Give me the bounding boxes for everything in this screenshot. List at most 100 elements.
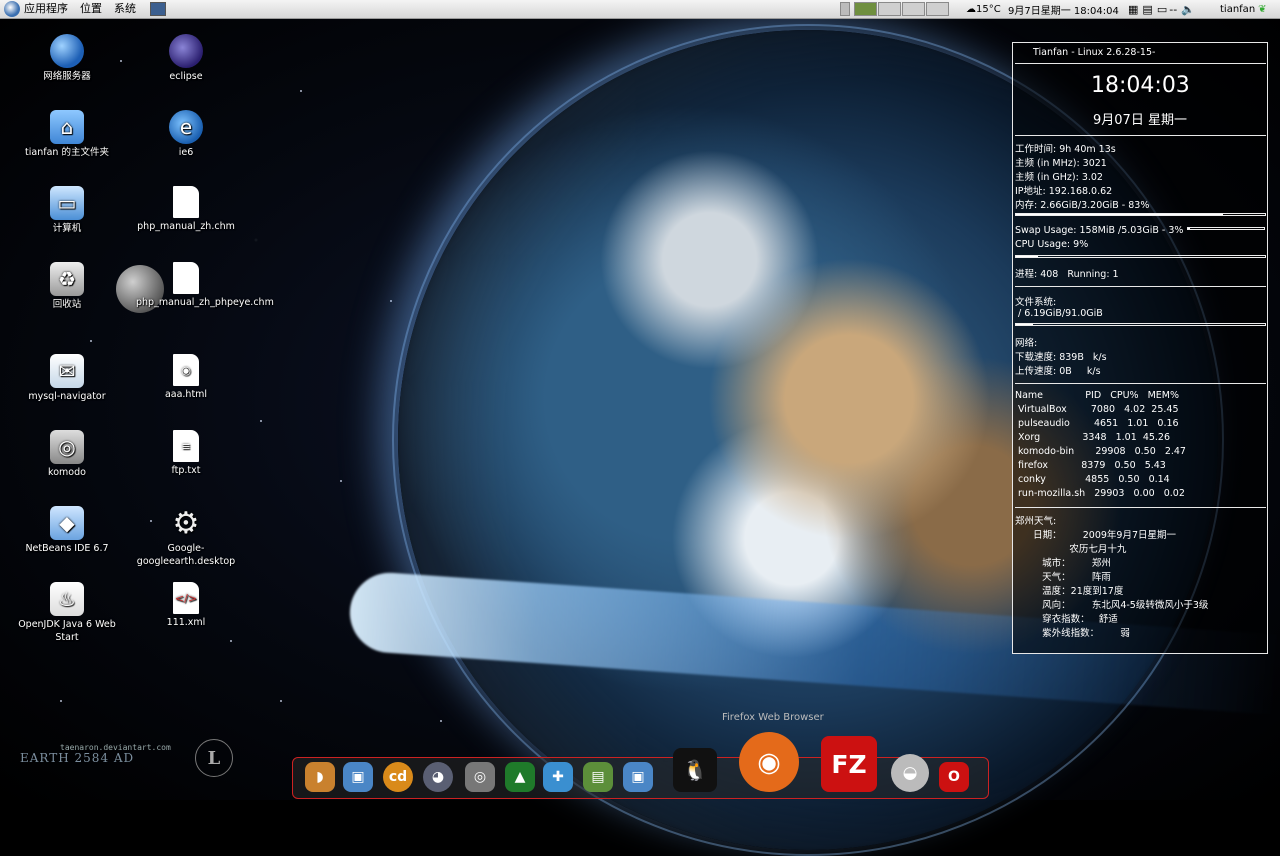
cd-icon[interactable]: cd — [383, 762, 413, 792]
conky-uptime: 工作时间: 9h 40m 13s — [1015, 144, 1116, 155]
pot-icon[interactable]: ◒ — [891, 754, 929, 792]
desktop-icon[interactable]: ≡ ftp.txt — [136, 430, 236, 477]
menu-places[interactable]: 位置 — [76, 0, 110, 18]
desktop-icon[interactable]: ▭ 计算机 — [17, 186, 117, 235]
workspace-1[interactable] — [854, 2, 877, 16]
watermark-seal: L — [195, 739, 233, 777]
clock-label: 9月7日星期一 18:04:04 — [1008, 5, 1119, 17]
status-icons: ▦ ▤ ▭ -- 🔈 — [1128, 0, 1195, 18]
mysql-navigator-icon: ✉ — [50, 354, 84, 388]
desktop-icon-label: 网络服务器 — [43, 71, 91, 82]
desktop-icon[interactable]: e ie6 — [136, 110, 236, 159]
weather-row: 农历七月十九 — [1015, 544, 1127, 555]
desktop-icon[interactable]: ◆ NetBeans IDE 6.7 — [17, 506, 117, 555]
separator-icon: -- — [1169, 2, 1178, 16]
fs-bar — [1015, 323, 1266, 326]
conky-cpu-ghz: 主频 (in GHz): 3.02 — [1015, 172, 1103, 183]
leaf-icon: ❦ — [1258, 3, 1267, 15]
show-desktop-icon[interactable] — [150, 2, 166, 16]
desktop-icon-label: mysql-navigator — [28, 391, 106, 402]
desktop-icon[interactable]: php_manual_zh.chm — [136, 186, 236, 233]
desktop-icon[interactable]: ◉ aaa.html — [136, 354, 236, 401]
workspace-3[interactable] — [902, 2, 925, 16]
desktop-icon[interactable]: 网络服务器 — [17, 34, 117, 83]
desktop-icon[interactable]: eclipse — [136, 34, 236, 83]
bread-icon[interactable]: ◗ — [305, 762, 335, 792]
process-row: VirtualBox 7080 4.02 25.45 — [1015, 404, 1179, 415]
package-icon[interactable]: ▦ — [1128, 3, 1138, 16]
user-label: tianfan — [1220, 3, 1256, 15]
desktop-icon-label: ftp.txt — [171, 465, 201, 476]
conky-header: Tianfan - Linux 2.6.28-15- — [1033, 47, 1156, 58]
desktop-icon-label: tianfan 的主文件夹 — [25, 147, 109, 158]
gnome-foot-icon[interactable] — [4, 1, 20, 17]
desktop-icon[interactable]: ⚙ Google-googleearth.desktop — [136, 506, 236, 568]
clock-applet[interactable]: 9月7日星期一 18:04:04 — [1008, 0, 1119, 18]
cloud-icon: ☁ — [966, 3, 976, 15]
tux-icon[interactable]: 🐧 — [673, 748, 717, 792]
workspace-4[interactable] — [926, 2, 949, 16]
desktop-icon-label: php_manual_zh_phpeye.chm — [136, 297, 274, 308]
network-icon[interactable]: ▤ — [1142, 3, 1152, 16]
conky-panel: Tianfan - Linux 2.6.28-15- 18:04:03 9月07… — [1012, 42, 1268, 654]
star — [280, 700, 282, 702]
fs-bar-fill — [1016, 324, 1034, 325]
menu-system[interactable]: 系统 — [110, 0, 144, 18]
desktop-icon-label: php_manual_zh.chm — [137, 221, 235, 232]
gimp-icon[interactable]: ◕ — [423, 762, 453, 792]
komodo-dock-icon[interactable]: ◎ — [465, 762, 495, 792]
trash-applet-icon[interactable] — [840, 2, 850, 16]
desktop-icon[interactable]: ♨ OpenJDK Java 6 Web Start — [17, 582, 117, 644]
puzzle-icon[interactable]: ✚ — [543, 762, 573, 792]
conky-net-title: 网络: — [1015, 338, 1038, 349]
desktop-icon-label: eclipse — [169, 71, 203, 82]
globe-icon — [50, 34, 84, 68]
gear-icon: ⚙ — [172, 505, 200, 541]
komodo-icon: ◎ — [50, 430, 84, 464]
firefox-icon[interactable]: ◉ — [739, 732, 799, 792]
desktop-icon[interactable]: php_manual_zh_phpeye.chm — [136, 262, 274, 309]
mem-bar — [1015, 213, 1266, 216]
star — [300, 90, 302, 92]
conky-fs-root: / 6.19GiB/91.0GiB — [1015, 308, 1103, 319]
process-row: firefox 8379 0.50 5.43 — [1015, 460, 1166, 471]
cpu-bar — [1015, 255, 1266, 258]
conky-separator — [1015, 507, 1266, 508]
filezilla-icon[interactable]: FZ — [821, 736, 877, 792]
desktop-icon[interactable]: ⌂ tianfan 的主文件夹 — [17, 110, 117, 159]
conky-separator — [1015, 286, 1266, 287]
book-icon[interactable]: ▤ — [583, 762, 613, 792]
conky-mem: 内存: 2.66GiB/3.20GiB - 83% — [1015, 200, 1150, 211]
weather-row: 紫外线指数： 弱 — [1015, 628, 1130, 639]
desktop-icon[interactable]: ◎ komodo — [17, 430, 117, 479]
netbeans-icon: ◆ — [50, 506, 84, 540]
file-icon — [173, 262, 199, 294]
printer-icon[interactable]: ▭ — [1157, 3, 1167, 16]
virtualbox2-icon[interactable]: ▣ — [623, 762, 653, 792]
desktop-icon-label: ie6 — [178, 147, 194, 158]
desktop-icon[interactable]: ✉ mysql-navigator — [17, 354, 117, 403]
process-row: Xorg 3348 1.01 45.26 — [1015, 432, 1171, 443]
volume-icon[interactable]: 🔈 — [1181, 3, 1195, 16]
star — [440, 720, 442, 722]
desktop-icon-label: aaa.html — [164, 389, 208, 400]
desktop-icon[interactable]: ♻ 回收站 — [17, 262, 117, 311]
conky-proc-header: Name PID CPU% MEM% — [1015, 390, 1180, 401]
desktop-icon-label: 回收站 — [52, 299, 82, 310]
conky-weather-title: 郑州天气: — [1015, 516, 1057, 527]
menu-applications[interactable]: 应用程序 — [20, 0, 76, 18]
dock: ◗ ▣ cd ◕ ◎ ▲ ✚ ▤ ▣ 🐧 ◉ FZ ◒ O — [292, 732, 989, 799]
conky-time: 18:04:03 — [1091, 73, 1190, 98]
star — [90, 340, 92, 342]
desktop-icon[interactable]: </> 111.xml — [136, 582, 236, 629]
virtualbox-icon[interactable]: ▣ — [343, 762, 373, 792]
weather-row: 城市： 郑州 — [1015, 558, 1111, 569]
user-switcher[interactable]: tianfan ❦ — [1220, 0, 1267, 18]
weather-row: 天气： 阵雨 — [1015, 572, 1111, 583]
tree-icon[interactable]: ▲ — [505, 762, 535, 792]
weather-applet[interactable]: ☁ 15°C — [966, 0, 1001, 18]
conky-ip: IP地址: 192.168.0.62 — [1015, 186, 1113, 197]
conky-procs: 进程: 408 Running: 1 — [1015, 269, 1119, 280]
workspace-2[interactable] — [878, 2, 901, 16]
opera-icon[interactable]: O — [939, 762, 969, 792]
